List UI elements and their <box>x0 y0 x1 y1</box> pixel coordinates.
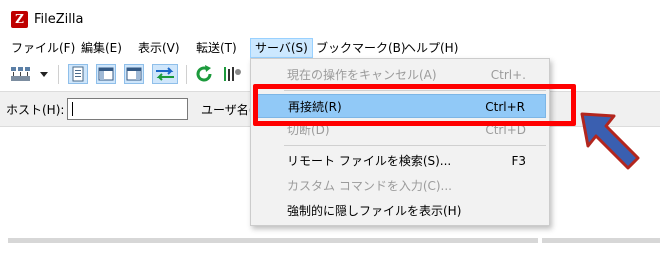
text-caret <box>72 102 73 116</box>
host-label: ホスト(H): <box>6 103 65 117</box>
menu-item-shortcut: F3 <box>511 154 526 168</box>
filezilla-logo-icon: Z <box>11 11 28 28</box>
toolbar-separator <box>58 65 59 84</box>
menu-server[interactable]: サーバ(S) <box>250 38 313 58</box>
menu-item-force-show-hidden-files[interactable]: 強制的に隠しファイルを表示(H) <box>254 199 546 223</box>
local-tree-icon[interactable] <box>96 64 116 84</box>
menu-transfer[interactable]: 転送(T) <box>196 38 237 58</box>
remote-tree-icon[interactable] <box>124 64 144 84</box>
toolbar-separator <box>186 65 187 84</box>
menu-item-search-remote-files[interactable]: リモート ファイルを検索(S)... F3 <box>254 149 546 173</box>
username-label: ユーザ名( <box>201 103 254 117</box>
annotation-highlight-box <box>253 84 576 126</box>
message-log-icon[interactable] <box>68 64 88 84</box>
process-queue-icon[interactable] <box>222 64 244 84</box>
window-title: FileZilla <box>34 12 84 27</box>
menu-item-label: カスタム コマンドを入力(C)... <box>287 179 453 193</box>
menu-item-label: 強制的に隠しファイルを表示(H) <box>287 204 462 218</box>
transfer-queue-icon[interactable] <box>152 64 178 84</box>
host-input[interactable] <box>67 98 188 120</box>
menu-separator <box>284 145 546 146</box>
menu-item-label: リモート ファイルを検索(S)... <box>287 154 452 168</box>
site-manager-dropdown-icon[interactable] <box>37 64 51 84</box>
menu-view[interactable]: 表示(V) <box>138 38 180 58</box>
pane-divider-right[interactable] <box>542 238 660 243</box>
menu-item-custom-command[interactable]: カスタム コマンドを入力(C)... <box>254 174 546 198</box>
menu-help[interactable]: ヘルプ(H) <box>404 38 458 58</box>
menu-item-label: 現在の操作をキャンセル(A) <box>287 68 437 82</box>
refresh-icon[interactable] <box>194 64 214 84</box>
menu-edit[interactable]: 編集(E) <box>81 38 122 58</box>
pane-divider-left[interactable] <box>8 238 538 243</box>
menu-file[interactable]: ファイル(F) <box>11 38 75 58</box>
menu-bookmarks[interactable]: ブックマーク(B) <box>316 38 406 58</box>
menu-item-shortcut: Ctrl+. <box>490 68 526 82</box>
annotation-arrow-icon <box>578 106 644 172</box>
site-manager-icon[interactable] <box>9 64 33 84</box>
title-bar: Z FileZilla <box>0 0 660 38</box>
menu-bar: ファイル(F) 編集(E) 表示(V) 転送(T) サーバ(S) ブックマーク(… <box>0 38 660 58</box>
